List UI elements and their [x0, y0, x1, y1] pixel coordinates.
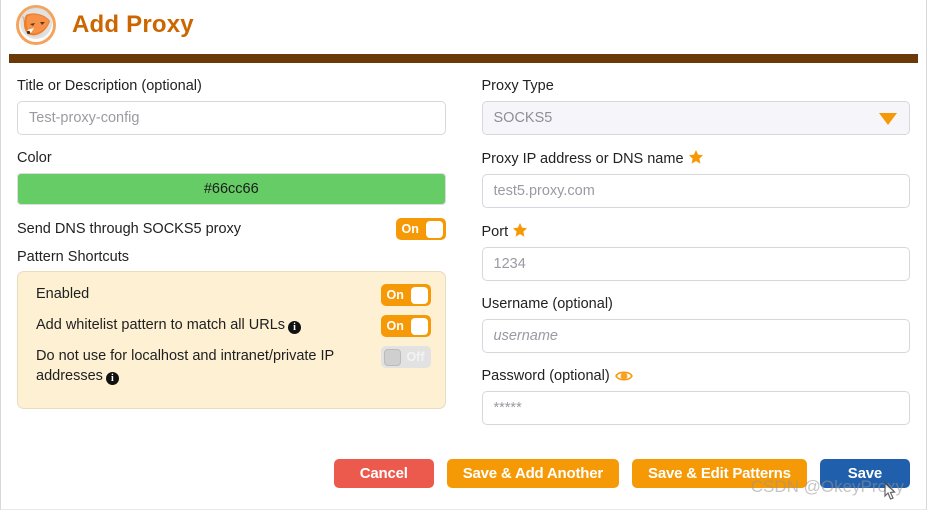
info-icon[interactable]: i — [288, 321, 302, 334]
host-input[interactable] — [481, 174, 910, 208]
title-label: Title or Description (optional) — [17, 78, 202, 94]
host-label: Proxy IP address or DNS name — [481, 151, 684, 167]
password-input[interactable] — [481, 391, 910, 425]
pattern-row-label: Enabled — [36, 286, 90, 302]
pattern-enabled-toggle[interactable]: On — [380, 284, 431, 306]
form-body: Title or Description (optional) Color #6… — [1, 63, 926, 425]
star-icon — [513, 223, 528, 237]
form-actions: Cancel Save & Add Another Save & Edit Pa… — [333, 459, 910, 488]
port-label: Port — [481, 224, 509, 240]
page-header: Add Proxy — [1, 0, 926, 50]
send-dns-label: Send DNS through SOCKS5 proxy — [17, 220, 242, 237]
toggle-knob — [410, 286, 428, 304]
header-accent-bar — [9, 54, 918, 63]
password-label-row: Password (optional) — [482, 367, 911, 385]
color-swatch-button[interactable]: #66cc66 — [17, 173, 446, 205]
left-column: Title or Description (optional) Color #6… — [17, 77, 446, 425]
pattern-row-label-wrap: Add whitelist pattern to match all URLs i — [36, 315, 302, 335]
add-proxy-page: Add Proxy Title or Description (optional… — [0, 0, 927, 510]
pattern-localhost-toggle[interactable]: Off — [380, 346, 431, 368]
pattern-whitelist-toggle[interactable]: On — [380, 315, 431, 337]
pattern-shortcuts-panel: Enabled On Add whitelist pattern to matc… — [17, 271, 446, 409]
title-input[interactable] — [17, 101, 446, 135]
host-label-row: Proxy IP address or DNS name — [482, 149, 911, 168]
toggle-label: Off — [406, 350, 425, 364]
proxy-type-label: Proxy Type — [481, 78, 554, 94]
password-label: Password (optional) — [481, 368, 610, 384]
toggle-label: On — [386, 288, 404, 302]
port-input[interactable] — [481, 247, 910, 281]
star-icon — [688, 150, 703, 164]
toggle-knob — [425, 220, 443, 238]
pattern-row-label: Do not use for localhost and intranet/pr… — [36, 348, 334, 384]
cancel-button[interactable]: Cancel — [333, 459, 434, 488]
send-dns-toggle-label: On — [401, 222, 419, 236]
right-column: Proxy Type Proxy IP address or DNS name … — [481, 77, 911, 425]
eye-icon[interactable] — [614, 369, 633, 383]
send-dns-toggle[interactable]: On — [395, 218, 446, 240]
username-label: Username (optional) — [481, 296, 613, 312]
pattern-row-whitelist: Add whitelist pattern to match all URLs i… — [36, 315, 431, 337]
toggle-knob — [410, 317, 428, 335]
username-input[interactable] — [481, 319, 910, 353]
pattern-row-localhost: Do not use for localhost and intranet/pr… — [36, 346, 431, 386]
send-dns-row: Send DNS through SOCKS5 proxy On — [17, 218, 446, 240]
pattern-shortcuts-label: Pattern Shortcuts — [17, 249, 130, 265]
proxy-type-select[interactable] — [481, 101, 910, 135]
color-label: Color — [17, 150, 52, 166]
fox-logo-icon — [16, 5, 56, 45]
toggle-knob — [383, 348, 401, 366]
save-add-another-button[interactable]: Save & Add Another — [446, 459, 620, 488]
page-title: Add Proxy — [72, 11, 194, 38]
info-icon[interactable]: i — [105, 372, 119, 385]
save-edit-patterns-button[interactable]: Save & Edit Patterns — [632, 459, 807, 488]
pattern-row-label-wrap: Do not use for localhost and intranet/pr… — [36, 346, 366, 386]
proxy-type-select-wrap — [481, 101, 910, 135]
pattern-row-label: Add whitelist pattern to match all URLs — [36, 317, 286, 333]
toggle-label: On — [386, 319, 404, 333]
save-button[interactable]: Save — [819, 459, 910, 488]
port-label-row: Port — [482, 222, 911, 241]
pattern-row-enabled: Enabled On — [36, 284, 431, 306]
